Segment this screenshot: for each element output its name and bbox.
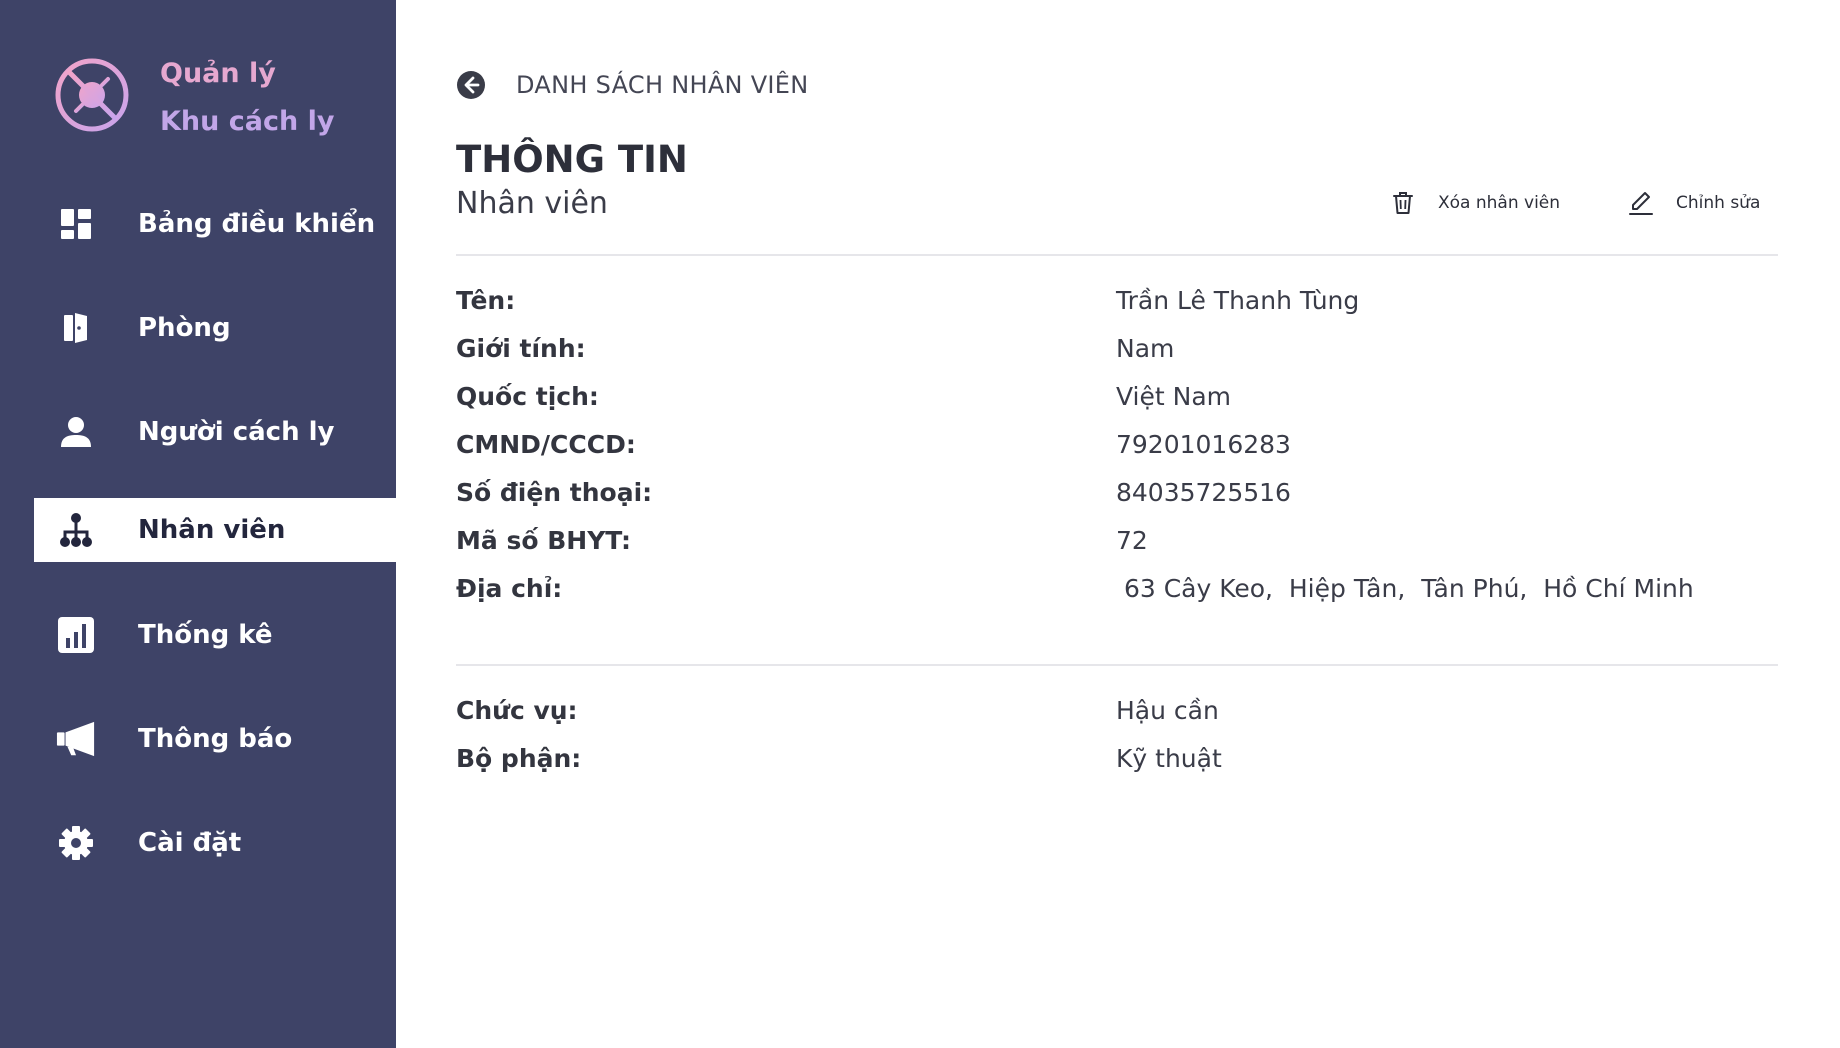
sidebar-item-label: Cài đặt	[138, 828, 242, 858]
door-icon	[56, 308, 96, 348]
info-row-name: Tên: Trần Lê Thanh Tùng	[456, 286, 1778, 334]
info-value: Trần Lê Thanh Tùng	[1116, 286, 1360, 315]
sidebar-item-staff[interactable]: Nhân viên	[34, 498, 396, 562]
megaphone-icon	[56, 719, 96, 759]
info-row-phone: Số điện thoại: 84035725516	[456, 478, 1778, 526]
sidebar-item-statistics[interactable]: Thống kê	[34, 602, 396, 668]
info-label: Mã số BHYT:	[456, 526, 631, 555]
info-label: Quốc tịch:	[456, 382, 599, 411]
info-label: Giới tính:	[456, 334, 586, 363]
sidebar-item-label: Nhân viên	[138, 515, 286, 545]
info-value: Nam	[1116, 334, 1175, 363]
gear-icon	[56, 823, 96, 863]
info-label: Tên:	[456, 286, 516, 315]
sidebar-item-quarantined[interactable]: Người cách ly	[34, 399, 396, 465]
main-content: DANH SÁCH NHÂN VIÊN THÔNG TIN Nhân viên …	[396, 0, 1840, 1048]
info-value: Việt Nam	[1116, 382, 1232, 411]
info-value: 79201016283	[1116, 430, 1291, 459]
sidebar-item-label: Thông báo	[138, 724, 293, 754]
sidebar-item-label: Thống kê	[138, 620, 273, 650]
org-chart-icon	[56, 510, 96, 550]
divider	[456, 664, 1778, 666]
page-subtitle: Nhân viên	[456, 186, 608, 221]
edit-label: Chỉnh sửa	[1676, 193, 1761, 213]
info-row-department: Bộ phận: Kỹ thuật	[456, 744, 1778, 792]
info-row-nationality: Quốc tịch: Việt Nam	[456, 382, 1778, 430]
pencil-icon	[1629, 192, 1653, 215]
info-row-insurance: Mã số BHYT: 72	[456, 526, 1778, 574]
info-row-id-number: CMND/CCCD: 79201016283	[456, 430, 1778, 478]
sidebar: Quản lý Khu cách ly Bảng điều khiển Phòn…	[0, 0, 396, 1048]
sidebar-item-label: Phòng	[138, 313, 231, 343]
sidebar-item-label: Người cách ly	[138, 417, 335, 447]
info-value: 84035725516	[1116, 478, 1291, 507]
trash-icon	[1393, 192, 1413, 214]
info-row-gender: Giới tính: Nam	[456, 334, 1778, 382]
info-label: CMND/CCCD:	[456, 430, 636, 459]
sidebar-item-label: Bảng điều khiển	[138, 209, 376, 239]
sidebar-item-dashboard[interactable]: Bảng điều khiển	[34, 191, 396, 257]
sidebar-item-rooms[interactable]: Phòng	[34, 295, 396, 361]
back-link[interactable]: DANH SÁCH NHÂN VIÊN	[456, 70, 809, 100]
personal-info: Tên: Trần Lê Thanh Tùng Giới tính: Nam Q…	[456, 286, 1778, 622]
bar-chart-icon	[56, 615, 96, 655]
info-label: Số điện thoại:	[456, 478, 653, 507]
delete-staff-button[interactable]: Xóa nhân viên	[1390, 190, 1560, 216]
arrow-left-circle-icon	[457, 71, 485, 99]
info-value: Hậu cần	[1116, 696, 1219, 725]
person-icon	[56, 412, 96, 452]
info-label: Chức vụ:	[456, 696, 578, 725]
edit-button[interactable]: Chỉnh sửa	[1628, 190, 1760, 216]
page-title: THÔNG TIN	[456, 138, 688, 181]
info-row-address: Địa chỉ: 63 Cây Keo, Hiệp Tân, Tân Phú, …	[456, 574, 1778, 622]
sidebar-item-settings[interactable]: Cài đặt	[34, 810, 396, 876]
divider	[456, 254, 1778, 256]
info-value: Kỹ thuật	[1116, 744, 1222, 773]
info-label: Địa chỉ:	[456, 574, 563, 603]
info-value: 72	[1116, 526, 1148, 555]
delete-staff-label: Xóa nhân viên	[1438, 193, 1561, 213]
info-label: Bộ phận:	[456, 744, 582, 773]
info-row-position: Chức vụ: Hậu cần	[456, 696, 1778, 744]
sidebar-item-notifications[interactable]: Thông báo	[34, 706, 396, 772]
info-value: 63 Cây Keo, Hiệp Tân, Tân Phú, Hồ Chí Mi…	[1116, 574, 1694, 603]
dashboard-icon	[56, 204, 96, 244]
app: Quản lý Khu cách ly Bảng điều khiển Phòn…	[0, 0, 1840, 1048]
job-info: Chức vụ: Hậu cần Bộ phận: Kỹ thuật	[456, 696, 1778, 792]
sidebar-nav: Bảng điều khiển Phòng Người cách ly Nhân…	[0, 0, 396, 1048]
back-link-label: DANH SÁCH NHÂN VIÊN	[516, 71, 809, 99]
